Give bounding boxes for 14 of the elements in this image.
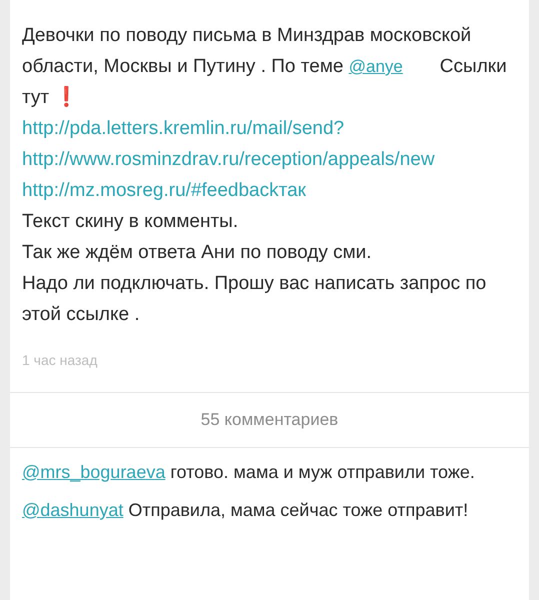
post-text: Текст скину в комменты. — [22, 210, 240, 234]
comment-author-link[interactable]: @dashunyat — [22, 500, 124, 520]
comment-author-link[interactable]: @mrs_boguraeva — [22, 462, 166, 482]
mention-link[interactable]: @anye — [348, 57, 403, 76]
comments-count-link[interactable]: 55 комментариев — [200, 410, 338, 429]
post-timestamp: 1 час назад — [22, 352, 98, 368]
url-link[interactable]: http://pda.letters.kremlin.ru/mail/send? — [22, 113, 517, 144]
url-link[interactable]: http://www.rosminzdrav.ru/reception/appeals/new — [22, 144, 517, 175]
post-text: Так же ждём ответа Ани по поводу сми. — [22, 241, 373, 265]
comment-text: @mrs_boguraeva готово. мама и муж отправили тоже. — [22, 461, 476, 484]
comment-text: @dashunyat Отправила, мама сейчас тоже отправит! — [22, 499, 470, 522]
url-link[interactable]: http://mz.mosreg.ru/#feedbackтак — [22, 175, 517, 206]
post-text: Девочки по поводу письма в Минздрав московской области, Москвы и Путину . По теме @anye Ссылки тут ❗ — [22, 24, 508, 110]
post-text: Надо ли подключать. Прошу вас написать запрос по этой ссылке . — [22, 272, 488, 327]
